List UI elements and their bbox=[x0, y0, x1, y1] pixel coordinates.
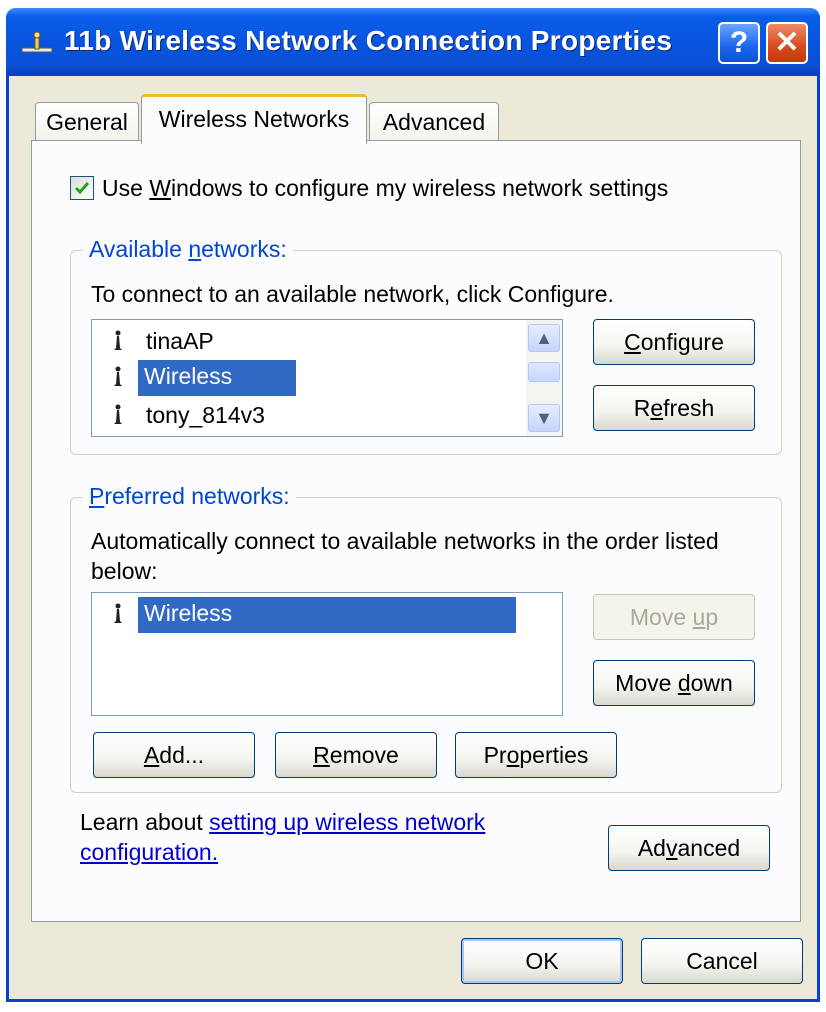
vertical-scrollbar[interactable]: ▲ ▼ bbox=[526, 320, 562, 436]
scroll-down-icon[interactable]: ▼ bbox=[528, 404, 560, 432]
network-name: tinaAP bbox=[146, 328, 214, 354]
close-button[interactable]: ✕ bbox=[766, 22, 808, 64]
tab-wireless-networks-label: Wireless Networks bbox=[158, 106, 350, 132]
preferred-networks-group: Preferred networks: Automatically connec… bbox=[70, 483, 782, 793]
configure-button[interactable]: Configure bbox=[593, 319, 755, 365]
network-name-selected: Wireless bbox=[138, 597, 516, 633]
network-name: tony_814v3 bbox=[146, 402, 265, 428]
preferred-networks-legend: Preferred networks: bbox=[83, 483, 296, 510]
title-bar[interactable]: 11b Wireless Network Connection Properti… bbox=[6, 8, 820, 76]
antenna-icon bbox=[114, 603, 122, 623]
checkmark-icon bbox=[74, 182, 90, 195]
preferred-instruction-line1: Automatically connect to available netwo… bbox=[91, 528, 719, 554]
use-windows-label[interactable]: Use Windows to configure my wireless net… bbox=[102, 175, 668, 202]
antenna-icon bbox=[114, 330, 122, 350]
tab-wireless-networks[interactable]: Wireless Networks bbox=[141, 94, 367, 144]
available-networks-list[interactable]: tinaAP Wireless tony_814v3 ▲ ▼ bbox=[91, 319, 563, 437]
preferred-instruction-line2: below: bbox=[91, 558, 158, 584]
move-down-button[interactable]: Move down bbox=[593, 660, 755, 706]
tab-general-label: General bbox=[46, 109, 128, 135]
available-networks-group: Available networks: To connect to an ava… bbox=[70, 236, 782, 455]
network-name-selected: Wireless bbox=[138, 360, 296, 396]
properties-dialog: 11b Wireless Network Connection Properti… bbox=[6, 8, 820, 1002]
scroll-thumb[interactable] bbox=[528, 362, 560, 382]
wireless-networks-panel: Use Windows to configure my wireless net… bbox=[31, 140, 801, 922]
learn-about-line2: configuration. bbox=[80, 839, 218, 866]
refresh-button[interactable]: Refresh bbox=[593, 385, 755, 431]
ok-button[interactable]: OK bbox=[461, 938, 623, 984]
antenna-icon bbox=[114, 404, 122, 424]
cancel-button[interactable]: Cancel bbox=[641, 938, 803, 984]
available-networks-legend: Available networks: bbox=[83, 236, 293, 263]
remove-button[interactable]: Remove bbox=[275, 732, 437, 778]
preferred-networks-list[interactable]: Wireless bbox=[91, 592, 563, 716]
move-up-button[interactable]: Move up bbox=[593, 594, 755, 640]
window-title: 11b Wireless Network Connection Properti… bbox=[64, 25, 673, 56]
tab-advanced[interactable]: Advanced bbox=[369, 102, 499, 142]
help-button[interactable]: ? bbox=[718, 22, 760, 64]
scroll-up-icon[interactable]: ▲ bbox=[528, 324, 560, 352]
network-connection-icon bbox=[21, 31, 53, 53]
advanced-button[interactable]: Advanced bbox=[608, 825, 770, 871]
learn-about-line1: Learn about setting up wireless network bbox=[80, 809, 486, 835]
properties-button[interactable]: Properties bbox=[455, 732, 617, 778]
learn-link-line1[interactable]: setting up wireless network bbox=[209, 809, 485, 835]
learn-link-line2[interactable]: configuration. bbox=[80, 839, 218, 865]
add-button[interactable]: Add... bbox=[93, 732, 255, 778]
available-instruction: To connect to an available network, clic… bbox=[91, 281, 614, 307]
help-icon: ? bbox=[729, 26, 749, 59]
tab-advanced-label: Advanced bbox=[382, 109, 486, 135]
use-windows-checkbox[interactable] bbox=[70, 176, 94, 200]
tab-general[interactable]: General bbox=[35, 102, 139, 142]
antenna-icon bbox=[114, 366, 122, 386]
close-icon: ✕ bbox=[774, 26, 800, 59]
